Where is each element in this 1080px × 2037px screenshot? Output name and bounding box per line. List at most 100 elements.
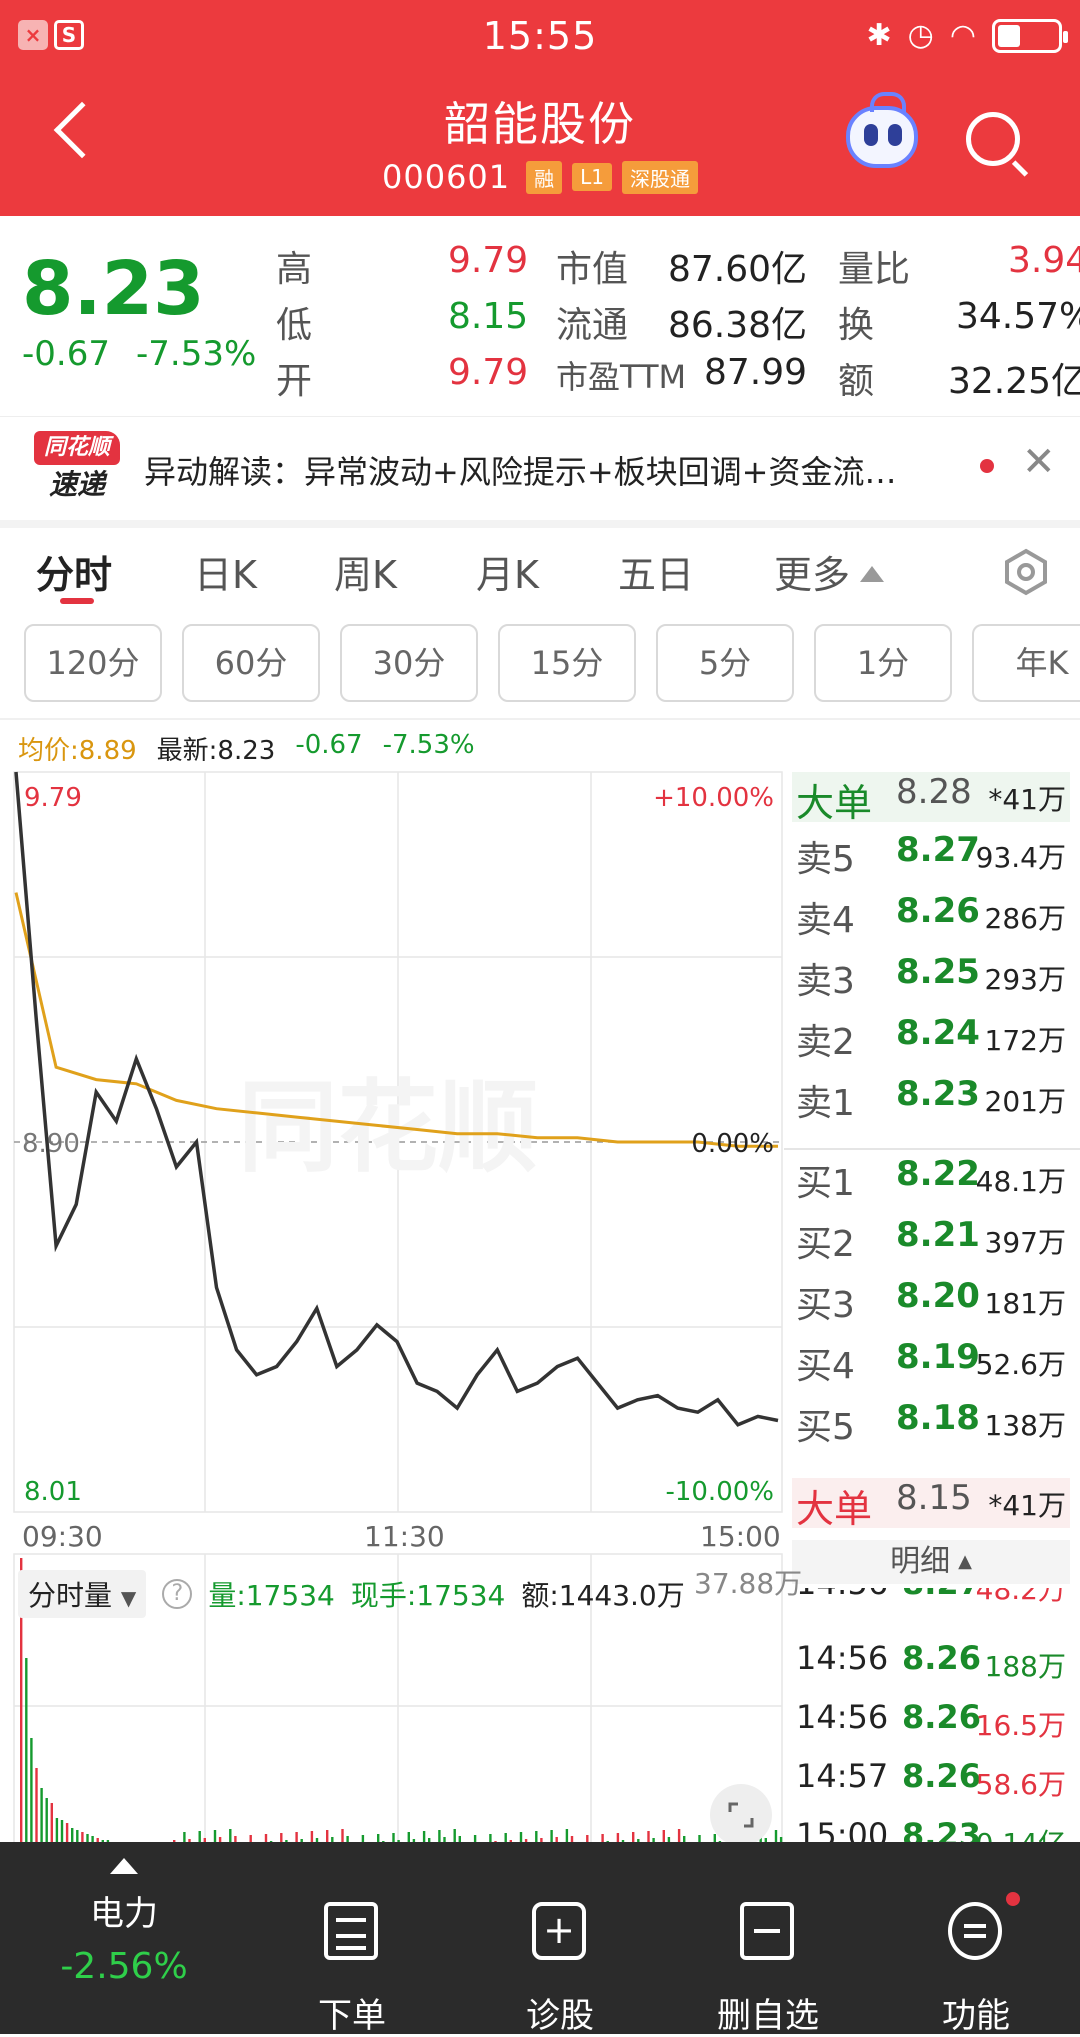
intraday-chart-svg: 同花顺 9.79 8.90 8.01 +10.00% 0.00% -10.00% (13, 771, 783, 1513)
news-strip[interactable]: 同花顺 速递 异动解读：异常波动+风险提示+板块回调+资金流… ✕ (0, 416, 1080, 520)
alarm-icon: ◷ (907, 18, 934, 53)
detail-toggle[interactable]: 明细 ▲ (792, 1540, 1070, 1584)
volume-value: 量:17534 (208, 1579, 335, 1612)
active-tab-indicator (60, 598, 94, 604)
quote-value-amount: 32.25亿 (948, 361, 1080, 402)
tag-margin[interactable]: 融 (526, 160, 563, 194)
buy-level-1[interactable]: 买1 8.22 48.1万 (796, 1154, 1080, 1208)
volume-max-label: 37.88万 (694, 1567, 803, 1600)
latest-change: -0.67 (295, 730, 363, 760)
pct-low-label: -10.00% (665, 1477, 774, 1507)
divider (784, 1148, 1080, 1150)
tick-row: 14:56 8.26 16.5万 (796, 1698, 1066, 1742)
latest-change-pct: -7.53% (382, 730, 475, 760)
nav-diagnose[interactable]: + 诊股 (470, 1842, 650, 2036)
tab-five-day[interactable]: 五日 (618, 544, 694, 599)
stock-code: 000601 (381, 158, 511, 196)
divider (0, 520, 1080, 528)
nav-order[interactable]: 下单 (262, 1842, 442, 2036)
quote-value-volratio: 3.94 (1008, 240, 1080, 281)
buy-level-5[interactable]: 买5 8.18 138万 (796, 1398, 1080, 1452)
quote-label-mktcap: 市值 (556, 249, 629, 290)
volume-bar (25, 1658, 28, 1858)
buy-level-4[interactable]: 买4 8.19 52.6万 (796, 1337, 1080, 1391)
period-yearly[interactable]: 年K (972, 624, 1080, 702)
nav-remove-watchlist[interactable]: 删自选 (678, 1842, 858, 2036)
tab-intraday[interactable]: 分时 (36, 544, 112, 599)
buy-level-3[interactable]: 买3 8.20 181万 (796, 1276, 1080, 1330)
app-header: × S 15:55 ✱ ◷ ◠ 韶能股份 000601 融 L1 深股通 (0, 0, 1080, 216)
sell-level-4[interactable]: 卖4 8.26 286万 (796, 891, 1080, 945)
tab-more[interactable]: 更多 (774, 544, 885, 599)
caret-down-icon: ▼ (120, 1586, 137, 1610)
intraday-chart[interactable]: 同花顺 9.79 8.90 8.01 +10.00% 0.00% -10.00%… (12, 770, 784, 1553)
bluetooth-icon: ✱ (866, 18, 892, 53)
quote-label-pe: 市盈TTM (556, 358, 687, 396)
order-icon (324, 1902, 378, 1960)
quote-label-open: 开 (276, 361, 313, 402)
search-icon[interactable] (966, 112, 1020, 166)
volume-amount: 额:1443.0万 (521, 1579, 685, 1612)
sell-level-1[interactable]: 卖1 8.23 201万 (796, 1074, 1080, 1128)
current-hand: 现手:17534 (350, 1579, 506, 1612)
status-bar: × S 15:55 ✱ ◷ ◠ (0, 0, 1080, 72)
y-high-label: 9.79 (24, 783, 82, 813)
news-text[interactable]: 异动解读：异常波动+风险提示+板块回调+资金流… (144, 447, 896, 493)
period-15min[interactable]: 15分 (498, 624, 636, 702)
buy-level-2[interactable]: 买2 8.21 397万 (796, 1215, 1080, 1269)
sector-change: -2.56% (60, 1946, 188, 1987)
tab-monthly-k[interactable]: 月K (476, 544, 539, 599)
x-label-close: 15:00 (700, 1520, 781, 1553)
quote-value-open: 9.79 (448, 352, 529, 393)
order-book: 大单 8.28 *41万 卖5 8.27 93.4万 卖4 8.26 286万 卖3 8.25… (784, 770, 1080, 1870)
price-change-pct: -7.53% (135, 334, 257, 374)
chart-info-row: 均价:8.89 最新:8.23 -0.67 -7.53% (18, 730, 475, 767)
nav-functions[interactable]: 功能 (886, 1842, 1066, 2036)
tag-connect[interactable]: 深股通 (622, 160, 699, 194)
sell-level-5[interactable]: 卖5 8.27 93.4万 (796, 830, 1080, 884)
big-buy-order[interactable]: 大单 8.15 *41万 (796, 1478, 1080, 1532)
tag-level[interactable]: L1 (572, 163, 613, 191)
quote-label-amount: 额 (838, 361, 875, 402)
tick-row: 14:57 8.26 58.6万 (796, 1757, 1066, 1801)
avg-price: 均价:8.89 (18, 736, 137, 766)
close-icon[interactable]: ✕ (1022, 439, 1056, 485)
volume-selector[interactable]: 分时量 ▼ (18, 1570, 147, 1618)
tick-row: 14:56 8.26 188万 (796, 1639, 1066, 1683)
system-icons: ✱ ◷ ◠ (866, 18, 1068, 53)
caret-up-icon (110, 1858, 138, 1874)
period-1min[interactable]: 1分 (814, 624, 952, 702)
divider (0, 718, 1080, 720)
y-low-label: 8.01 (24, 1477, 82, 1507)
chart-tabs: 分时 日K 周K 月K 五日 更多 (0, 528, 1080, 628)
quote-label-turnover: 换 (838, 305, 875, 346)
big-sell-order[interactable]: 大单 8.28 *41万 (796, 772, 1080, 826)
quote-value-mktcap: 87.60亿 (668, 249, 808, 290)
caret-up-icon (860, 566, 885, 582)
quote-label-low: 低 (276, 305, 313, 346)
help-icon[interactable]: ? (162, 1579, 193, 1609)
period-5min[interactable]: 5分 (656, 624, 794, 702)
volume-header: 分时量 ▼ ? 量:17534 现手:17534 额:1443.0万 (18, 1570, 685, 1618)
remove-watchlist-icon (740, 1902, 794, 1960)
sell-level-2[interactable]: 卖2 8.24 172万 (796, 1013, 1080, 1067)
quote-panel: 8.23 -0.67 -7.53% 高 9.79 市值 87.60亿 量比 3.… (0, 216, 1080, 416)
nav-sector[interactable]: 电力 -2.56% (34, 1842, 214, 2034)
settings-icon[interactable] (1002, 548, 1050, 596)
quote-value-turnover: 34.57% (956, 296, 1080, 337)
price-change: -0.67 (22, 334, 110, 374)
volume-bar (30, 1738, 33, 1858)
robot-assistant-icon[interactable] (846, 92, 918, 168)
y-pre-label: 8.90 (22, 1129, 80, 1159)
period-120min[interactable]: 120分 (24, 624, 162, 702)
tab-daily-k[interactable]: 日K (194, 544, 257, 599)
tab-weekly-k[interactable]: 周K (334, 544, 397, 599)
period-30min[interactable]: 30分 (340, 624, 478, 702)
quote-label-float: 流通 (556, 305, 629, 346)
sell-level-3[interactable]: 卖3 8.25 293万 (796, 952, 1080, 1006)
battery-icon (992, 18, 1068, 53)
period-60min[interactable]: 60分 (182, 624, 320, 702)
stock-code-row: 000601 融 L1 深股通 (0, 158, 1080, 196)
expand-icon[interactable] (710, 1784, 772, 1846)
current-price: 8.23 (22, 246, 205, 332)
